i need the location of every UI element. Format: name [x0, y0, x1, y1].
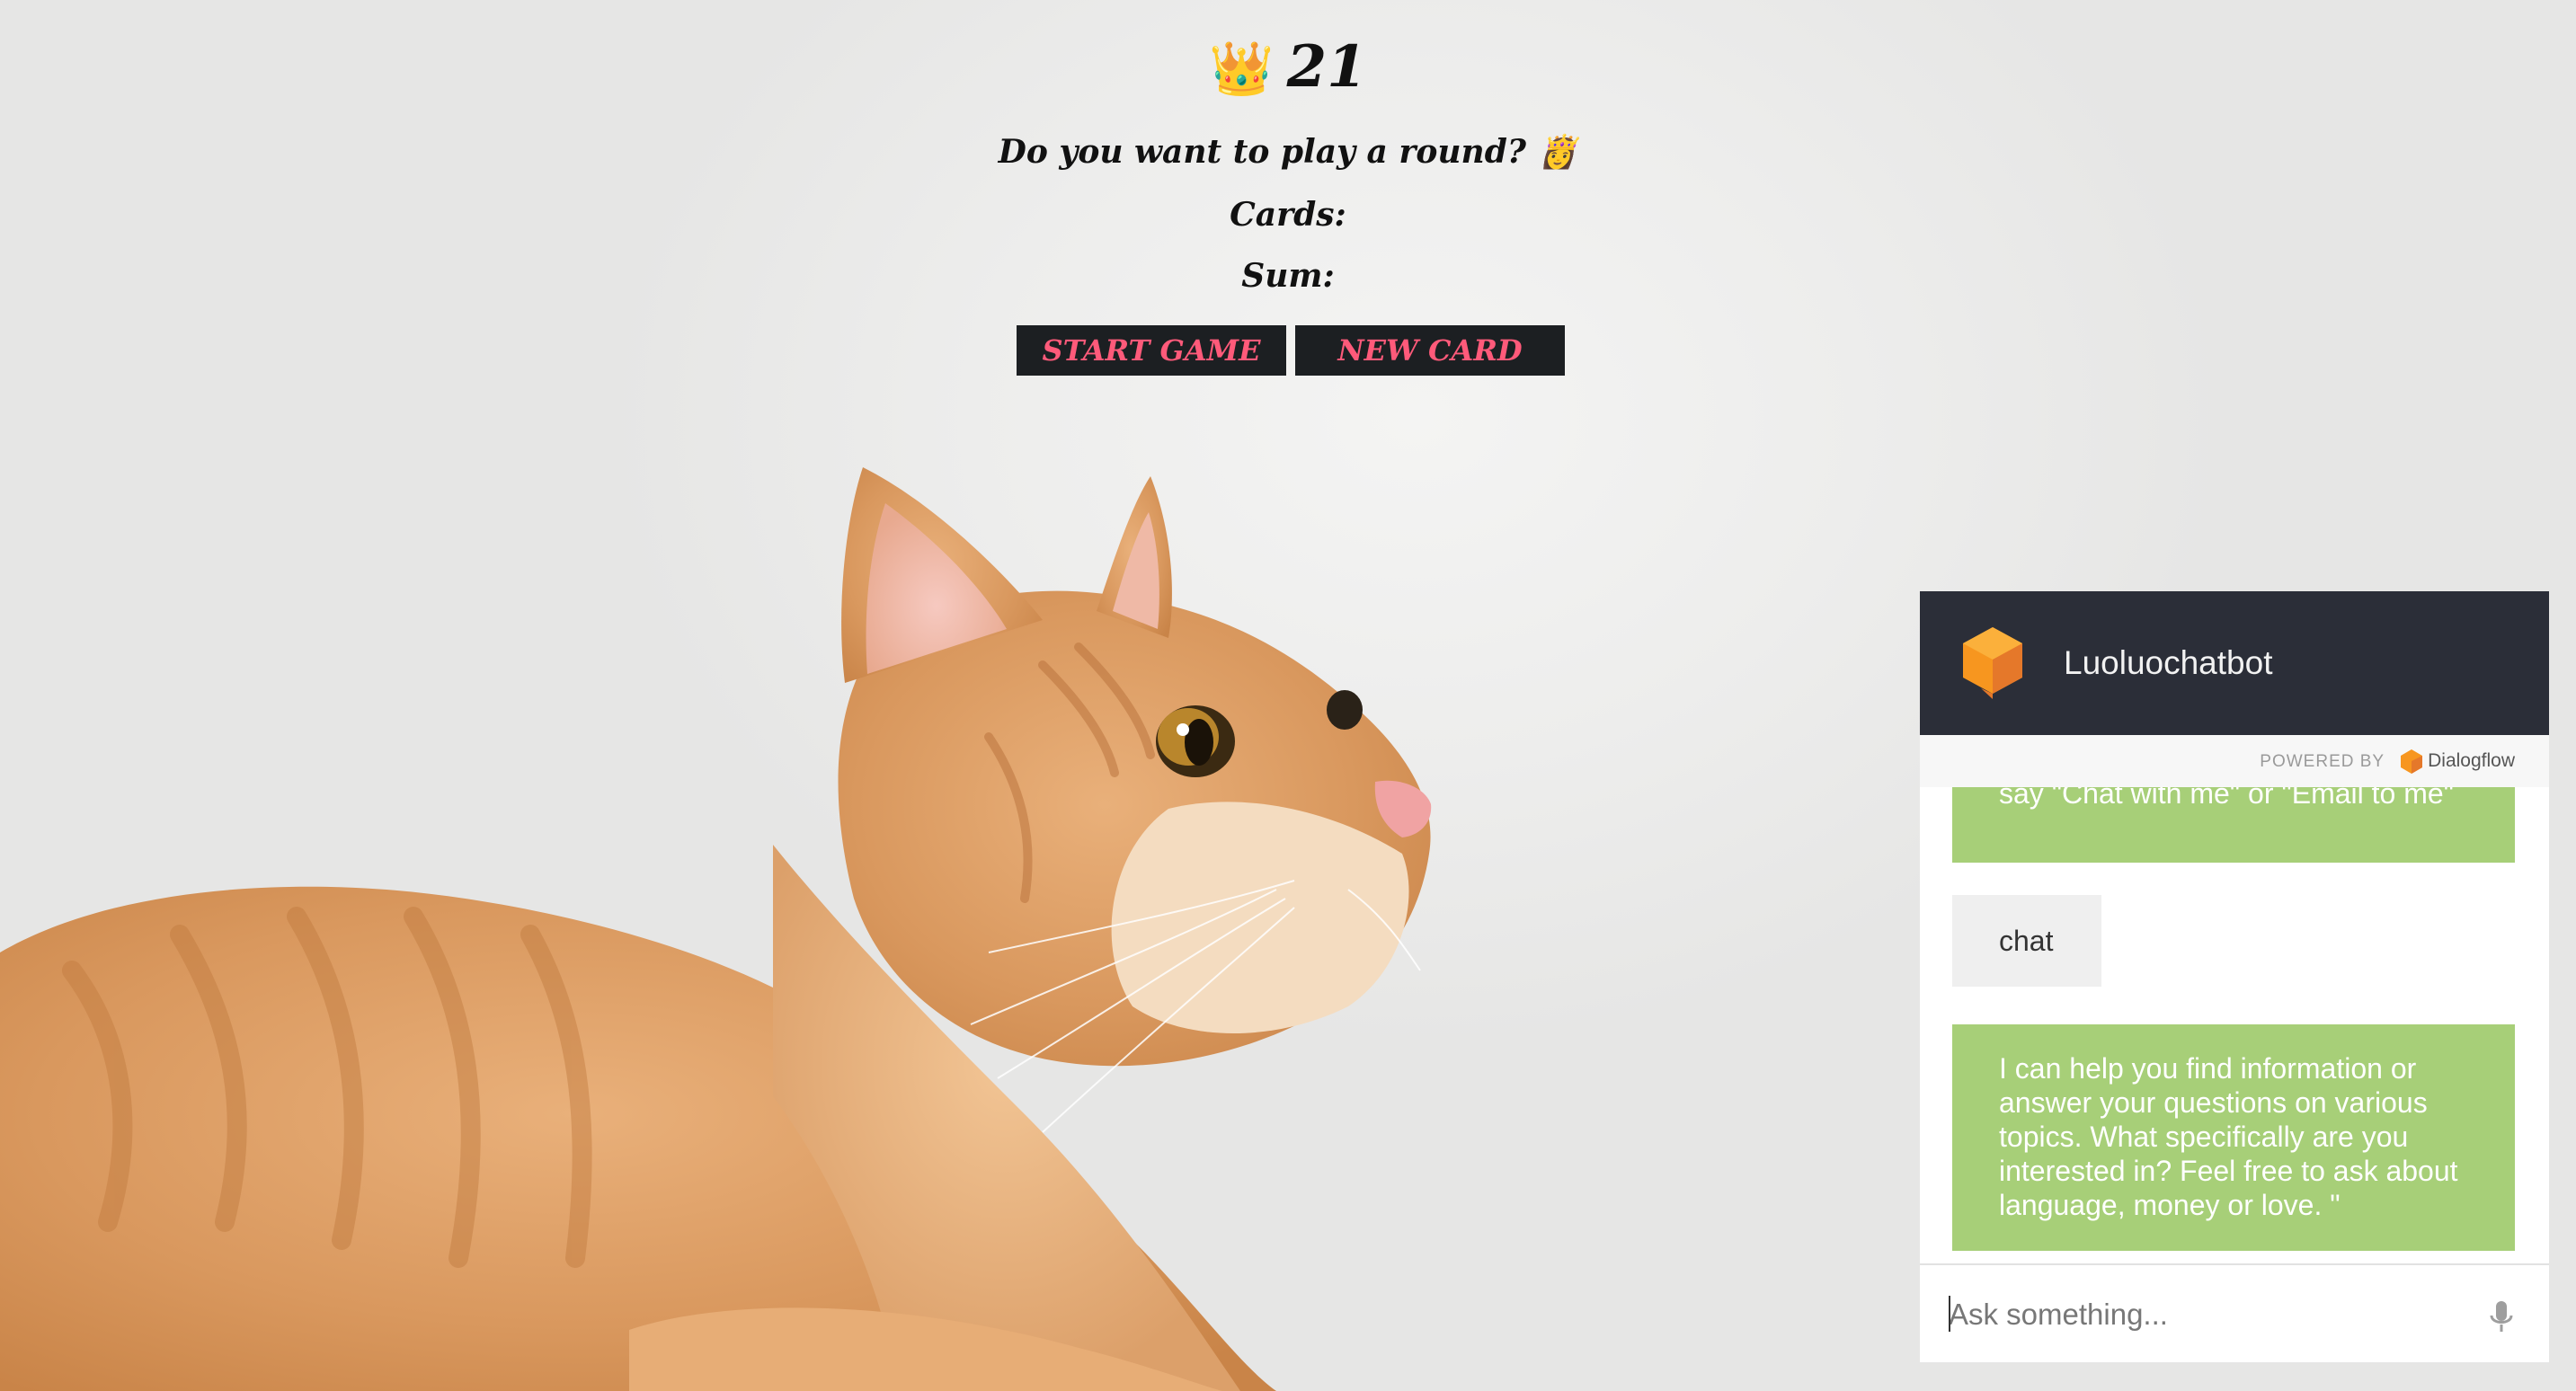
chat-message-text: I can help you find information or answe… [1999, 1052, 2458, 1221]
chat-header: Luoluochatbot [1920, 591, 2549, 735]
chat-input-area [1920, 1263, 2549, 1362]
crown-icon: 👑 [1209, 38, 1275, 99]
chat-message-bot: say "Chat with me" or "Email to me" [1952, 787, 2515, 863]
cards-label: Cards: [1230, 196, 1346, 234]
powered-by-label: POWERED BY [2260, 752, 2385, 771]
dialogflow-logo-icon [1963, 627, 2022, 699]
chatbot-widget: Luoluochatbot POWERED BY Dialogflow say … [1920, 591, 2549, 1362]
chat-message-bot: I can help you find information or answe… [1952, 1024, 2515, 1251]
text-caret [1949, 1296, 1950, 1332]
dialogflow-small-icon [2401, 749, 2423, 774]
microphone-icon[interactable] [2488, 1299, 2515, 1335]
chat-bot-name: Luoluochatbot [2064, 644, 2273, 681]
chat-message-text: say "Chat with me" or "Email to me" [1999, 787, 2455, 810]
powered-by-brand: Dialogflow [2428, 750, 2515, 771]
cat-background-image [0, 467, 1432, 1391]
game-title: 👑 21 [0, 27, 2576, 109]
new-card-button[interactable]: NEW CARD [1295, 325, 1565, 376]
powered-by-bar: POWERED BY Dialogflow [1920, 735, 2549, 787]
chat-message-input[interactable] [1949, 1292, 2452, 1337]
chat-message-user: chat [1952, 895, 2101, 987]
start-game-button[interactable]: START GAME [1017, 325, 1286, 376]
game-message: Do you want to play a round? 👸 [998, 133, 1578, 171]
sum-label: Sum: [1241, 257, 1335, 295]
chat-message-text: chat [1999, 925, 2054, 957]
game-title-text: 21 [1286, 33, 1367, 101]
